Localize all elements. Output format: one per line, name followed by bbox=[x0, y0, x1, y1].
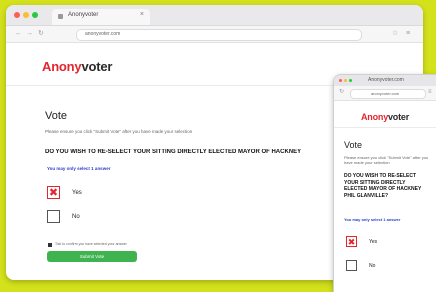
confirm-text: Tick to confirm you have selected your a… bbox=[55, 242, 127, 246]
forward-icon[interactable]: → bbox=[26, 29, 33, 38]
mobile-x-mark-icon: ✖ bbox=[347, 237, 356, 247]
browser-tab[interactable]: Anonyvoter × bbox=[52, 9, 150, 25]
desktop-title-bar: Anonyvoter × bbox=[6, 5, 423, 26]
mobile-instructions-text: Please ensure you click "Submit Vote" af… bbox=[344, 155, 429, 165]
ballot-question: DO YOU WISH TO RE-SELECT YOUR SITTING DI… bbox=[45, 149, 302, 155]
yes-label: Yes bbox=[72, 190, 82, 196]
menu-icon[interactable]: ≡ bbox=[406, 29, 410, 38]
logo-part-anony: Anony bbox=[42, 59, 82, 74]
favicon-icon bbox=[58, 14, 63, 19]
mobile-browser-window: Anonyvoter.com ↻ anonyvoter.com ≡ Anonyv… bbox=[333, 74, 436, 292]
mobile-reload-icon[interactable]: ↻ bbox=[339, 88, 344, 97]
page-title: Vote bbox=[45, 110, 68, 122]
bookmark-star-icon[interactable]: ☆ bbox=[392, 29, 398, 38]
mobile-close-button[interactable] bbox=[339, 79, 342, 82]
no-label: No bbox=[72, 214, 80, 220]
logo-part-voter: voter bbox=[81, 59, 113, 74]
mobile-address-bar[interactable]: anonyvoter.com bbox=[350, 89, 426, 99]
mobile-toolbar: ↻ anonyvoter.com ≡ bbox=[334, 86, 436, 101]
site-logo[interactable]: Anonyvoter bbox=[42, 59, 112, 74]
mobile-logo-part-voter: voter bbox=[388, 112, 410, 122]
address-bar[interactable]: anonyvoter.com bbox=[76, 29, 362, 41]
address-bar-url: anonyvoter.com bbox=[85, 31, 121, 37]
yes-checkbox[interactable]: ✖ bbox=[47, 186, 60, 199]
mobile-page-title: Vote bbox=[344, 140, 363, 150]
close-window-button[interactable] bbox=[14, 12, 20, 18]
select-note: You may only select 1 answer bbox=[47, 166, 111, 171]
mobile-address-bar-url: anonyvoter.com bbox=[371, 91, 400, 96]
x-mark-icon: ✖ bbox=[48, 187, 59, 199]
back-icon[interactable]: ← bbox=[15, 29, 22, 38]
confirm-checkbox[interactable] bbox=[48, 243, 52, 247]
mobile-yes-checkbox[interactable]: ✖ bbox=[346, 236, 357, 247]
mobile-minimize-button[interactable] bbox=[344, 79, 347, 82]
maximize-window-button[interactable] bbox=[32, 12, 38, 18]
minimize-window-button[interactable] bbox=[23, 12, 29, 18]
submit-vote-button[interactable]: Submit Vote bbox=[47, 251, 137, 262]
mobile-maximize-button[interactable] bbox=[349, 79, 352, 82]
no-checkbox[interactable] bbox=[47, 210, 60, 223]
tab-close-icon[interactable]: × bbox=[140, 11, 144, 18]
mobile-ballot-question: DO YOU WISH TO RE-SELECT YOUR SITTING DI… bbox=[344, 173, 422, 199]
instructions-text: Please ensure you click "Submit Vote" af… bbox=[45, 129, 193, 134]
mobile-no-checkbox[interactable] bbox=[346, 260, 357, 271]
mobile-site-header: Anonyvoter bbox=[334, 101, 436, 128]
mobile-yes-label: Yes bbox=[369, 239, 378, 245]
mobile-title-bar: Anonyvoter.com bbox=[334, 75, 436, 86]
mobile-window-title: Anonyvoter.com bbox=[368, 77, 404, 83]
desktop-toolbar: ← → ↻ anonyvoter.com ☆ ≡ bbox=[6, 26, 423, 43]
mobile-site-logo[interactable]: Anonyvoter bbox=[361, 112, 409, 122]
mobile-select-note: You may only select 1 answer bbox=[344, 217, 401, 222]
reload-icon[interactable]: ↻ bbox=[38, 29, 44, 38]
mobile-menu-icon[interactable]: ≡ bbox=[428, 88, 432, 97]
tab-title: Anonyvoter bbox=[68, 12, 99, 18]
mobile-no-label: No bbox=[369, 263, 376, 269]
mobile-logo-part-anony: Anony bbox=[361, 112, 388, 122]
